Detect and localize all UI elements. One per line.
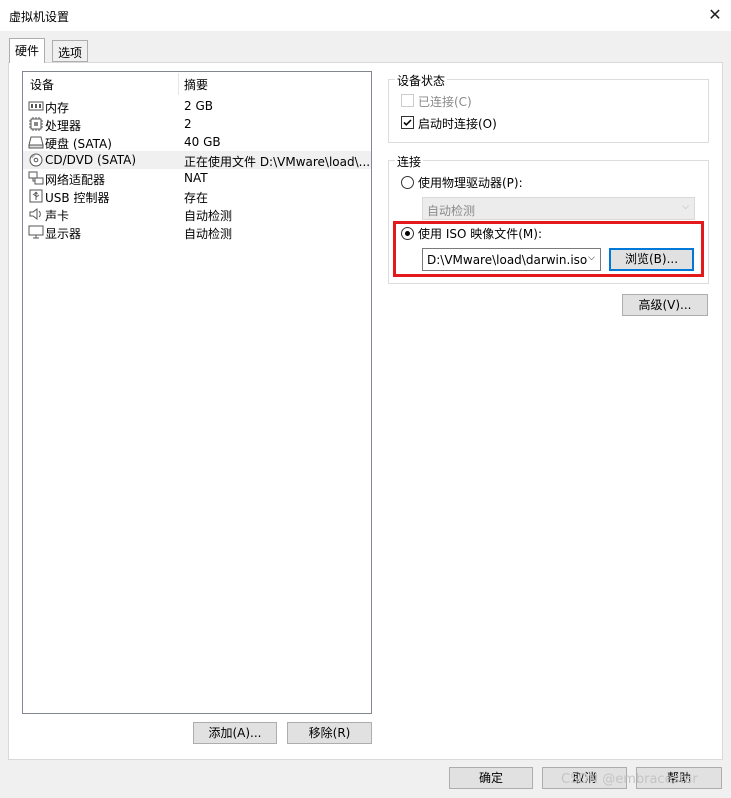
device-row-cd-dvd[interactable]: CD/DVD (SATA) 正在使用文件 D:\VMware\load\... xyxy=(23,151,371,169)
device-name: 网络适配器 xyxy=(45,173,106,187)
column-divider[interactable] xyxy=(178,73,179,95)
close-icon[interactable]: ✕ xyxy=(706,4,724,26)
title-bar: 虚拟机设置 ✕ xyxy=(0,0,731,31)
tab-options[interactable]: 选项 xyxy=(52,40,89,62)
remove-device-button[interactable]: 移除(R) xyxy=(287,722,372,744)
device-name: USB 控制器 xyxy=(45,191,110,205)
device-name: 显示器 xyxy=(45,227,82,241)
column-header-summary[interactable]: 摘要 xyxy=(184,76,208,95)
device-row-hard-disk[interactable]: 硬盘 (SATA) 40 GB xyxy=(23,133,371,151)
device-status-label: 设备状态 xyxy=(395,72,448,89)
device-name: 内存 xyxy=(45,101,70,115)
ok-button[interactable]: 确定 xyxy=(449,767,533,789)
physical-drive-label[interactable]: 使用物理驱动器(P): xyxy=(418,174,523,191)
device-row-network-adapter[interactable]: 网络适配器 NAT xyxy=(23,169,371,187)
checkmark-icon xyxy=(403,119,412,126)
chevron-down-icon: ⌵ xyxy=(682,202,689,212)
cd-dvd-icon xyxy=(29,153,43,167)
watermark: CSDN @embracestar xyxy=(561,772,698,787)
connection-label: 连接 xyxy=(395,153,424,170)
window-title: 虚拟机设置 xyxy=(9,10,70,24)
device-row-sound-card[interactable]: 声卡 自动检测 xyxy=(23,205,371,223)
processor-icon xyxy=(29,117,43,131)
device-summary: 2 GB xyxy=(184,99,213,113)
network-adapter-icon xyxy=(28,171,44,185)
device-summary: 正在使用文件 D:\VMware\load\... xyxy=(184,155,371,169)
add-device-button[interactable]: 添加(A)... xyxy=(193,722,277,744)
physical-drive-select[interactable]: 自动检测 ⌵ xyxy=(422,197,695,220)
device-name: 声卡 xyxy=(45,209,70,223)
device-summary: NAT xyxy=(184,171,208,185)
device-summary: 自动检测 xyxy=(184,209,233,223)
device-summary: 2 xyxy=(184,117,192,131)
device-name: CD/DVD (SATA) xyxy=(45,153,137,167)
device-summary: 40 GB xyxy=(184,135,221,149)
device-row-memory[interactable]: 内存 2 GB xyxy=(23,97,371,115)
device-row-display[interactable]: 显示器 自动检测 xyxy=(23,223,371,241)
sound-card-icon xyxy=(29,208,41,220)
connect-at-power-on-label[interactable]: 启动时连接(O) xyxy=(418,115,497,132)
device-row-usb-controller[interactable]: USB 控制器 存在 xyxy=(23,187,371,205)
connected-label[interactable]: 已连接(C) xyxy=(418,93,472,110)
device-row-processor[interactable]: 处理器 2 xyxy=(23,115,371,133)
device-summary: 自动检测 xyxy=(184,227,233,241)
highlight-box xyxy=(393,221,704,277)
device-name: 处理器 xyxy=(45,119,82,133)
column-header-device[interactable]: 设备 xyxy=(30,76,54,95)
connected-checkbox[interactable] xyxy=(401,94,414,107)
device-name: 硬盘 (SATA) xyxy=(45,137,112,151)
usb-icon xyxy=(29,189,43,203)
memory-icon xyxy=(28,101,44,111)
connect-at-power-on-checkbox[interactable] xyxy=(401,116,414,129)
physical-drive-radio[interactable] xyxy=(401,176,414,189)
tab-hardware[interactable]: 硬件 xyxy=(9,38,46,63)
display-icon xyxy=(28,225,44,239)
device-summary: 存在 xyxy=(184,191,209,205)
hard-disk-icon xyxy=(28,136,44,149)
advanced-button[interactable]: 高级(V)... xyxy=(622,294,708,316)
physical-drive-value: 自动检测 xyxy=(427,204,476,218)
